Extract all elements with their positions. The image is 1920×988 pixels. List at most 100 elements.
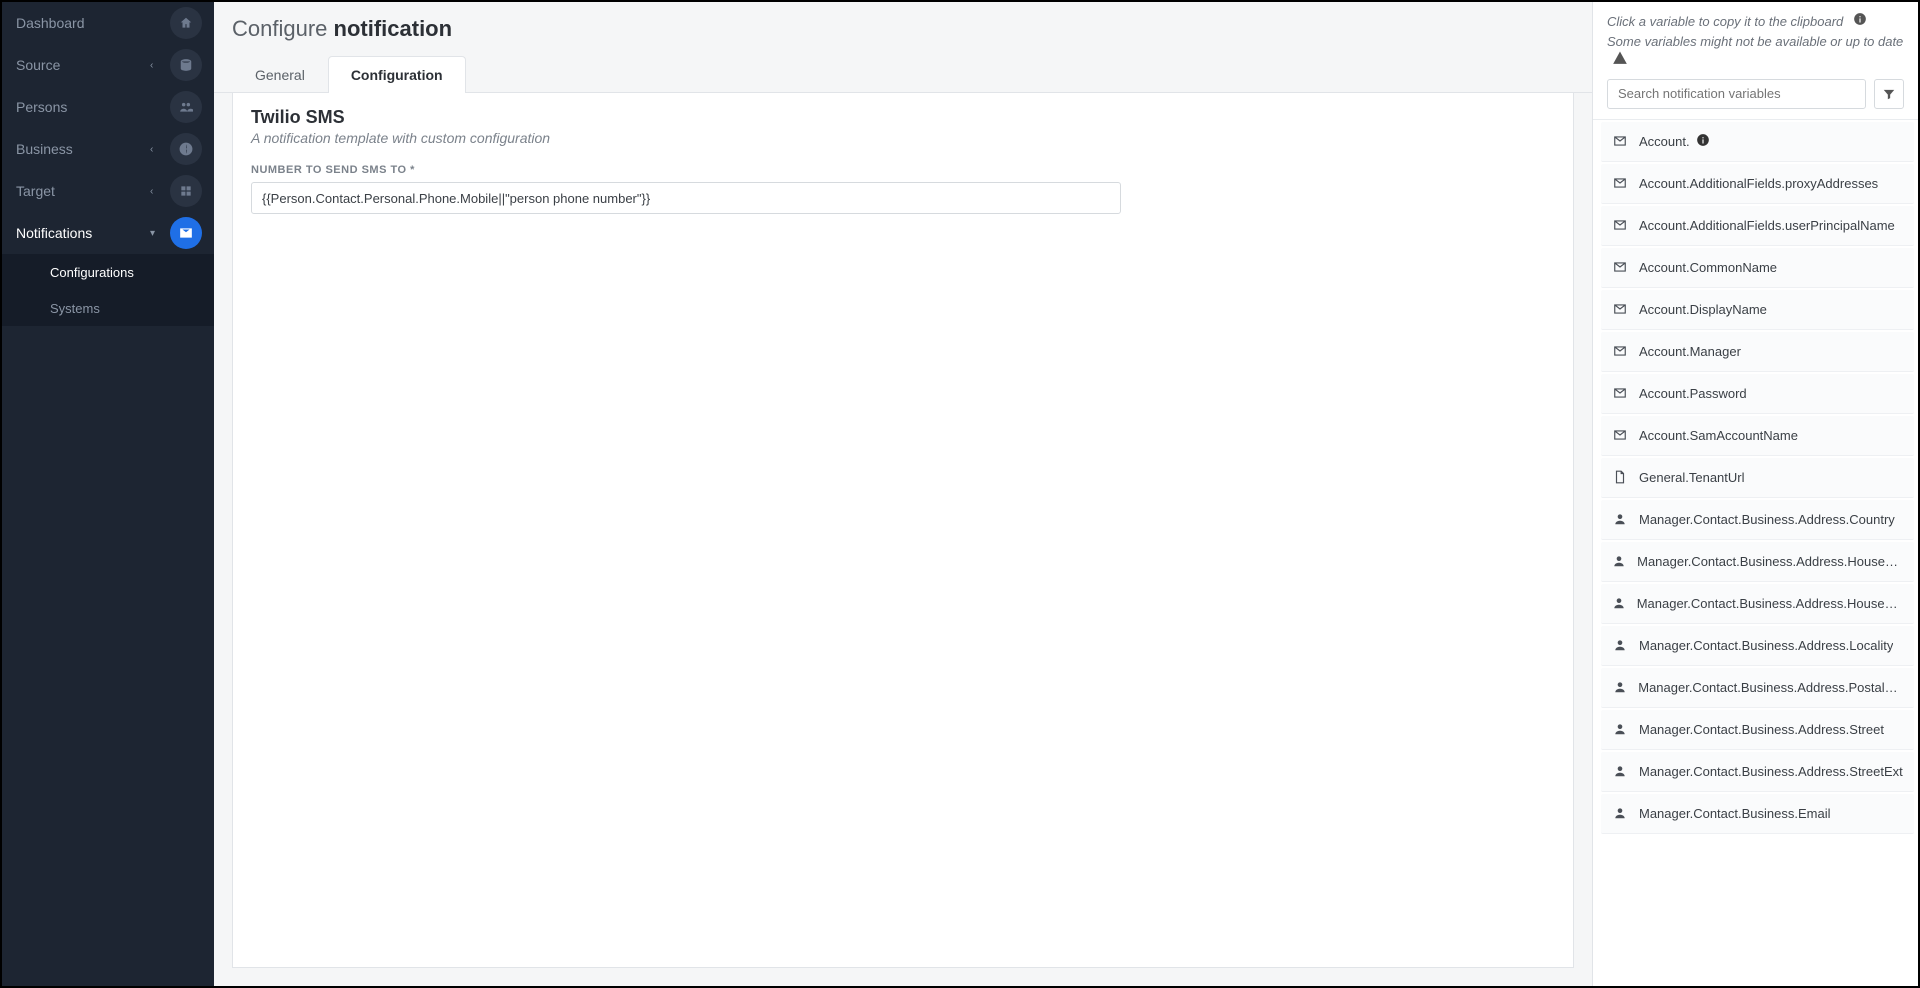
variables-panel: Click a variable to copy it to the clipb… (1592, 2, 1918, 986)
tab-general[interactable]: General (232, 56, 328, 93)
variable-name: Manager.Contact.Business.Address.Country (1639, 512, 1895, 527)
envelope-icon (1609, 260, 1631, 274)
variables-list[interactable]: Account. Account.AdditionalFields.proxyA… (1593, 119, 1918, 987)
variable-item[interactable]: Account.Manager (1601, 332, 1914, 372)
variable-item[interactable]: Account. (1601, 122, 1914, 162)
warning-icon (1613, 53, 1627, 68)
variables-search-row (1593, 79, 1918, 119)
sidebar-item-source[interactable]: Source ‹ (2, 44, 214, 86)
variable-name: Manager.Contact.Business.Address.HouseNu… (1637, 554, 1906, 569)
envelope-icon (170, 217, 202, 249)
page-title: Configure notification (232, 16, 1574, 42)
envelope-icon (1609, 344, 1631, 358)
database-icon (170, 49, 202, 81)
sidebar-subitem-systems[interactable]: Systems (2, 290, 214, 326)
home-icon (170, 7, 202, 39)
envelope-icon (1609, 386, 1631, 400)
number-to-send-input[interactable] (251, 182, 1121, 214)
variables-hint-1-text: Click a variable to copy it to the clipb… (1607, 14, 1843, 29)
variable-name: Account. (1639, 134, 1690, 149)
tab-content-configuration: Twilio SMS A notification template with … (232, 93, 1574, 968)
variable-name: Account.Manager (1639, 344, 1741, 359)
variable-name: Manager.Contact.Business.Address.PostalC… (1638, 680, 1906, 695)
variable-name: General.TenantUrl (1639, 470, 1745, 485)
main-content: Configure notification GeneralConfigurat… (214, 2, 1592, 986)
chevron-left-icon: ‹ (150, 186, 160, 197)
chevron-left-icon: ‹ (150, 144, 160, 155)
variable-name: Account.DisplayName (1639, 302, 1767, 317)
variable-item[interactable]: Manager.Contact.Business.Address.HouseNu… (1601, 584, 1914, 624)
filter-icon (1882, 87, 1896, 101)
person-icon (1609, 596, 1629, 610)
field-label-number-to: NUMBER TO SEND SMS TO * (251, 164, 1555, 176)
info-icon (1696, 133, 1710, 150)
envelope-icon (1609, 302, 1631, 316)
sidebar-item-label: Target (16, 183, 150, 199)
variable-name: Account.AdditionalFields.proxyAddresses (1639, 176, 1878, 191)
grid-icon (170, 175, 202, 207)
variable-item[interactable]: Manager.Contact.Business.Address.Country (1601, 500, 1914, 540)
sidebar-item-label: Dashboard (16, 15, 150, 31)
variable-item[interactable]: General.TenantUrl (1601, 458, 1914, 498)
variables-search-input[interactable] (1607, 79, 1866, 109)
sidebar-subitem-configurations[interactable]: Configurations (2, 254, 214, 290)
variables-hint-2: Some variables might not be available or… (1607, 32, 1904, 71)
variable-item[interactable]: Account.CommonName (1601, 248, 1914, 288)
chevron-down-icon: ▾ (150, 228, 160, 239)
variable-item[interactable]: Manager.Contact.Business.Address.HouseNu… (1601, 542, 1914, 582)
variable-item[interactable]: Manager.Contact.Business.Address.Localit… (1601, 626, 1914, 666)
file-icon (1609, 470, 1631, 484)
variable-item[interactable]: Manager.Contact.Business.Email (1601, 794, 1914, 834)
chevron-left-icon: ‹ (150, 60, 160, 71)
form-title: Twilio SMS (251, 107, 1555, 128)
person-icon (1609, 806, 1631, 820)
variable-item[interactable]: Manager.Contact.Business.Address.PostalC… (1601, 668, 1914, 708)
variable-item[interactable]: Account.AdditionalFields.userPrincipalNa… (1601, 206, 1914, 246)
variable-item[interactable]: Manager.Contact.Business.Address.Street (1601, 710, 1914, 750)
envelope-icon (1609, 134, 1631, 148)
envelope-icon (1609, 176, 1631, 190)
person-icon (1609, 680, 1630, 694)
sidebar-item-notifications[interactable]: Notifications ▾ (2, 212, 214, 254)
variables-hint-2-text: Some variables might not be available or… (1607, 34, 1903, 49)
sidebar-item-dashboard[interactable]: Dashboard (2, 2, 214, 44)
users-icon (170, 91, 202, 123)
variables-filter-button[interactable] (1874, 79, 1904, 109)
sidebar-subitems-notifications: ConfigurationsSystems (2, 254, 214, 326)
variable-name: Manager.Contact.Business.Address.StreetE… (1639, 764, 1903, 779)
globe-icon (170, 133, 202, 165)
person-icon (1609, 512, 1631, 526)
person-icon (1609, 764, 1631, 778)
variable-name: Manager.Contact.Business.Address.Street (1639, 722, 1884, 737)
variable-name: Account.AdditionalFields.userPrincipalNa… (1639, 218, 1895, 233)
sidebar: Dashboard Source ‹ Persons Business ‹ Ta… (2, 2, 214, 986)
variables-panel-header: Click a variable to copy it to the clipb… (1593, 2, 1918, 79)
page-title-prefix: Configure (232, 16, 327, 41)
variable-name: Account.SamAccountName (1639, 428, 1798, 443)
variable-name: Manager.Contact.Business.Address.Localit… (1639, 638, 1893, 653)
person-icon (1609, 554, 1629, 568)
sidebar-item-persons[interactable]: Persons (2, 86, 214, 128)
sidebar-item-business[interactable]: Business ‹ (2, 128, 214, 170)
tab-configuration[interactable]: Configuration (328, 56, 466, 93)
sidebar-item-label: Persons (16, 99, 150, 115)
person-icon (1609, 638, 1631, 652)
info-icon (1853, 14, 1867, 29)
sidebar-item-target[interactable]: Target ‹ (2, 170, 214, 212)
variable-name: Manager.Contact.Business.Email (1639, 806, 1830, 821)
variable-name: Account.CommonName (1639, 260, 1777, 275)
envelope-icon (1609, 218, 1631, 232)
field-number-to-send: NUMBER TO SEND SMS TO * (251, 164, 1555, 214)
variable-item[interactable]: Account.Password (1601, 374, 1914, 414)
variable-item[interactable]: Account.AdditionalFields.proxyAddresses (1601, 164, 1914, 204)
tabbar: GeneralConfiguration (214, 56, 1592, 93)
sidebar-item-label: Notifications (16, 225, 150, 241)
variable-item[interactable]: Manager.Contact.Business.Address.StreetE… (1601, 752, 1914, 792)
variable-item[interactable]: Account.DisplayName (1601, 290, 1914, 330)
sidebar-item-label: Business (16, 141, 150, 157)
sidebar-item-label: Source (16, 57, 150, 73)
form-subtitle: A notification template with custom conf… (251, 130, 1555, 146)
page-header: Configure notification (214, 2, 1592, 50)
envelope-icon (1609, 428, 1631, 442)
variable-item[interactable]: Account.SamAccountName (1601, 416, 1914, 456)
